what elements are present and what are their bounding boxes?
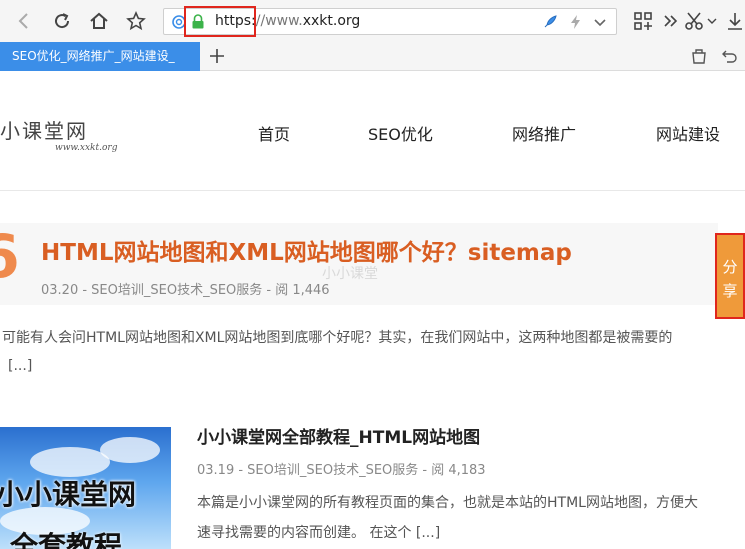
post-excerpt-line1: 本篇是小小课堂网的所有教程页面的集合，也就是本站的HTML网站地图，方便大 xyxy=(197,495,698,511)
browser-toolbar: https://www.xxkt.org xyxy=(0,0,745,42)
url-host-prefix: www. xyxy=(265,13,303,29)
plus-icon[interactable] xyxy=(207,46,227,66)
reload-button[interactable] xyxy=(50,9,74,33)
home-icon xyxy=(90,12,108,29)
post-meta: 03.20 - SEO培训_SEO技术_SEO服务 - 阅 1,446 xyxy=(41,283,330,298)
rocket-icon[interactable] xyxy=(542,14,558,30)
nav-item-seo[interactable]: SEO优化 xyxy=(368,121,433,145)
thumbnail-text-line1: 小小课堂网 xyxy=(0,478,137,511)
post-thumbnail[interactable]: 小小课堂网 全套教程 xyxy=(0,427,171,549)
bookmark-button[interactable] xyxy=(124,9,148,33)
post-title[interactable]: HTML网站地图和XML网站地图哪个好？sitemap xyxy=(41,233,572,267)
url-host: xxkt.org xyxy=(302,13,361,29)
nav-item-webdev[interactable]: 网站建设 xyxy=(656,121,720,145)
nav-item-home[interactable]: 首页 xyxy=(258,121,290,145)
back-button[interactable] xyxy=(12,9,36,33)
double-chevron-right-icon[interactable] xyxy=(660,11,680,31)
scissors-icon[interactable] xyxy=(684,11,704,31)
tab-active[interactable]: SEO优化_网络推广_网站建设_ xyxy=(0,42,200,71)
post-excerpt: 可能有人会问HTML网站地图和XML网站地图到底哪个好呢？其实，在我们网站中，这… xyxy=(2,330,673,346)
lightning-icon[interactable] xyxy=(568,14,584,30)
thumbnail-text-line2: 全套教程 xyxy=(10,530,123,549)
back-arrow-icon xyxy=(18,13,28,29)
address-bar[interactable]: https://www.xxkt.org xyxy=(163,6,617,37)
store-icon[interactable] xyxy=(690,47,708,65)
site-logo[interactable]: 小课堂网 xyxy=(0,115,88,144)
url-separator: // xyxy=(255,13,266,29)
post-number: 6 xyxy=(0,227,20,287)
nav-item-promotion[interactable]: 网络推广 xyxy=(512,121,576,145)
chevron-down-icon[interactable] xyxy=(592,14,608,30)
lock-icon xyxy=(192,14,204,29)
post-excerpt-line2: 速寻找需要的内容而创建。 在这个 [...] xyxy=(197,525,441,541)
site-header: 小课堂网 www.xxkt.org 首页 SEO优化 网络推广 网站建设 xyxy=(0,71,745,191)
read-more-link[interactable]: [...] xyxy=(8,358,32,374)
chevron-down-icon[interactable] xyxy=(707,11,717,31)
undo-icon[interactable] xyxy=(721,47,739,65)
post-meta: 03.19 - SEO培训_SEO技术_SEO服务 - 阅 4,183 xyxy=(197,463,486,478)
tab-bar: SEO优化_网络推广_网站建设_ xyxy=(0,42,745,71)
download-icon[interactable] xyxy=(725,11,745,31)
reload-icon xyxy=(55,13,70,29)
url-scheme: https: xyxy=(215,13,256,29)
watermark: 小小课堂 xyxy=(322,266,378,282)
apps-grid-icon[interactable] xyxy=(633,11,653,31)
star-icon xyxy=(126,11,146,31)
site-logo-sub: www.xxkt.org xyxy=(55,143,118,153)
share-button[interactable]: 分享 xyxy=(715,233,745,319)
url-text: https://www.xxkt.org xyxy=(215,13,360,29)
post-header: 6 HTML网站地图和XML网站地图哪个好？sitemap 小小课堂 03.20… xyxy=(0,223,718,305)
home-button[interactable] xyxy=(87,9,111,33)
post-title[interactable]: 小小课堂网全部教程_HTML网站地图 xyxy=(197,423,480,448)
